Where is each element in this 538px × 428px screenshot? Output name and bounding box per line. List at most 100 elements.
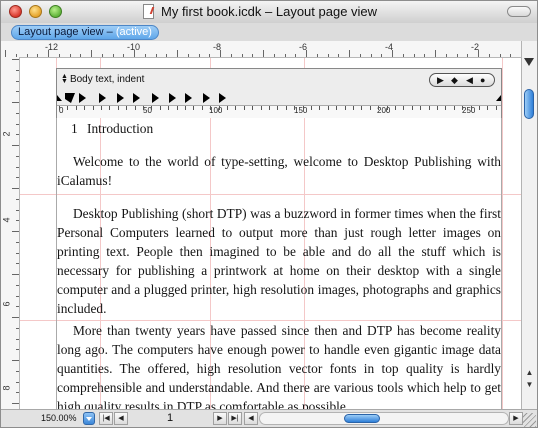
scale-tick	[201, 106, 203, 110]
toolbar-toggle-button[interactable]	[507, 6, 531, 17]
tab-stop-marker[interactable]	[203, 93, 210, 103]
ruler-tick	[12, 231, 19, 232]
ruler-tick	[424, 54, 426, 57]
ruler-tick	[16, 295, 19, 297]
previous-page-button[interactable]: ◀	[114, 412, 128, 425]
scroll-right-arrow-icon[interactable]: ▶	[509, 412, 523, 425]
ruler-tick	[435, 50, 436, 57]
scale-tick	[151, 106, 153, 110]
text-frame[interactable]: 1 Introduction Welcome to the world of ty…	[56, 118, 502, 409]
tab-stop-marker[interactable]	[99, 93, 106, 103]
scroll-up-arrow-icon[interactable]: ▲	[524, 367, 535, 379]
zoom-field[interactable]: 150.00%	[41, 413, 77, 423]
ruler-tick	[134, 50, 135, 57]
paragraph: Desktop Publishing (short DTP) was a buz…	[57, 206, 501, 316]
layout-canvas[interactable]: ▲ ▼ Body text, indent ▶ ◆ ◀ ● 0 50 100 150…	[20, 58, 521, 409]
vertical-scroll-thumb[interactable]	[524, 89, 534, 119]
scale-tick	[210, 106, 212, 110]
paragraph-style-selector[interactable]: ▲ ▼ Body text, indent	[61, 73, 144, 85]
frame-ruler-scale: 0 50 100 150 200 250	[57, 105, 501, 118]
ruler-tick	[241, 54, 243, 57]
document-proxy-icon[interactable]	[143, 4, 154, 19]
scale-tick	[453, 106, 455, 110]
scale-tick	[437, 106, 438, 110]
paragraph: Welcome to the world of type-setting, we…	[57, 154, 501, 188]
ruler-tick	[488, 54, 490, 57]
tab-stop-marker[interactable]	[219, 93, 226, 103]
tab-state: (active)	[115, 26, 152, 38]
text-frame-ruler[interactable]: ▲ ▼ Body text, indent ▶ ◆ ◀ ● 0 50 100 150…	[56, 68, 502, 118]
tab-type-selector[interactable]: ▶ ◆ ◀ ●	[429, 73, 495, 87]
vertical-scrollbar[interactable]: ▲ ▼	[521, 41, 537, 409]
scroll-top-arrow-icon[interactable]	[524, 58, 534, 66]
close-window-button[interactable]	[9, 5, 22, 18]
horizontal-ruler[interactable]: -12 -10 -8 -6 -4 -2	[1, 41, 521, 58]
ruler-tick	[16, 69, 19, 71]
ruler-tick	[456, 54, 458, 57]
resize-grip-icon[interactable]	[522, 413, 536, 427]
ruler-tick	[177, 50, 178, 57]
scale-tick	[75, 106, 77, 110]
tab-layout-page-view[interactable]: Layout page view – (active)	[11, 25, 159, 40]
horizontal-scroll-thumb[interactable]	[344, 414, 380, 423]
ruler-tick	[12, 102, 19, 103]
ruler-tick	[26, 54, 28, 57]
ruler-tick	[12, 317, 19, 318]
tab-stop-marker[interactable]	[117, 93, 124, 103]
scroll-left-arrow-icon[interactable]: ◀	[244, 412, 258, 425]
ruler-tick	[16, 252, 19, 254]
horizontal-scrollbar[interactable]	[259, 412, 509, 425]
ruler-tick	[12, 403, 19, 404]
ruler-tick	[209, 54, 211, 57]
scale-tick	[235, 106, 237, 110]
right-tab-icon[interactable]: ◀	[466, 75, 473, 86]
scale-tick	[378, 106, 380, 110]
scale-tick	[445, 106, 447, 110]
ruler-tick	[69, 54, 71, 57]
left-tab-icon[interactable]: ▶	[437, 75, 444, 86]
scale-tick	[101, 106, 102, 110]
ruler-tick	[16, 284, 19, 286]
first-line-indent-marker[interactable]	[65, 93, 75, 103]
tab-label: Layout page view –	[18, 26, 116, 38]
minimize-window-button[interactable]	[29, 5, 42, 18]
tab-stop-marker[interactable]	[185, 93, 192, 103]
scale-tick	[243, 106, 245, 110]
ruler-tick	[12, 188, 19, 189]
title-bar[interactable]: My first book.icdk – Layout page view	[1, 1, 537, 24]
ruler-tick	[12, 59, 19, 60]
tab-stop-marker[interactable]	[133, 93, 140, 103]
ruler-tick	[16, 198, 19, 200]
zoom-popup-button[interactable]	[83, 412, 95, 425]
last-page-button[interactable]: ▶|	[228, 412, 242, 425]
ruler-tick	[58, 54, 60, 57]
scale-tick	[487, 106, 489, 110]
tab-stop-marker[interactable]	[79, 93, 86, 103]
ruler-tick	[510, 54, 512, 57]
scale-tick	[227, 106, 228, 110]
tab-stops-row[interactable]	[57, 93, 501, 105]
decimal-tab-icon[interactable]: ◆	[451, 75, 458, 86]
vertical-ruler[interactable]: 2 4 6 8	[1, 57, 20, 409]
scroll-down-arrow-icon[interactable]: ▼	[524, 379, 535, 391]
scale-tick	[168, 106, 170, 110]
page-number-field[interactable]: 1	[167, 412, 173, 424]
scale-tick	[403, 106, 405, 110]
tab-stop-marker[interactable]	[152, 93, 159, 103]
next-page-button[interactable]: ▶	[213, 412, 227, 425]
zoom-window-button[interactable]	[49, 5, 62, 18]
ruler-tick	[327, 54, 329, 57]
ruler-tick	[381, 54, 383, 57]
ruler-tick	[5, 50, 6, 57]
center-tab-icon[interactable]: ●	[480, 75, 485, 86]
scale-tick	[479, 106, 480, 110]
ruler-tick	[359, 54, 361, 57]
ruler-tick	[16, 112, 19, 114]
ruler-tick	[392, 50, 393, 57]
scale-tick	[143, 106, 144, 110]
ruler-tick	[16, 134, 19, 136]
ruler-tick	[338, 54, 340, 57]
ruler-tick	[16, 123, 19, 125]
tab-stop-marker[interactable]	[169, 93, 176, 103]
first-page-button[interactable]: |◀	[99, 412, 113, 425]
